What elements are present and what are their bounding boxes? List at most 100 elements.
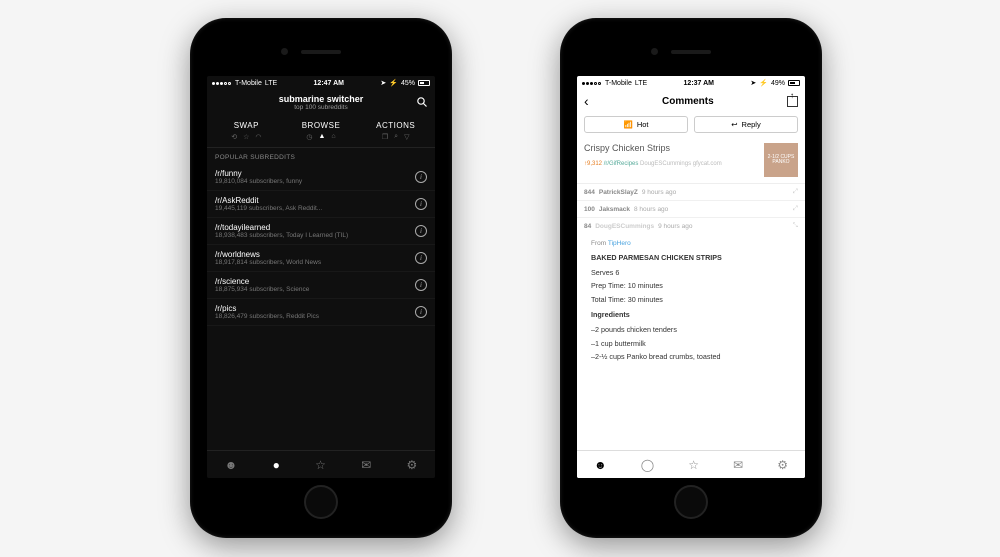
search-small-icon: ⌕ [394,133,398,141]
back-icon[interactable]: ‹ [584,93,589,109]
subreddit-row[interactable]: /r/funny19,810,084 subscribers, funnyi [207,164,435,191]
signal-icon [212,80,232,87]
comment-user: DougESCummings [595,223,654,230]
recipe-title: BAKED PARMESAN CHICKEN STRIPS [591,253,798,264]
gear-icon[interactable]: ⚙ [407,458,418,472]
mail-icon[interactable]: ✉ [361,458,371,472]
expand-icon[interactable]: ⤢ [793,205,798,213]
gear-icon[interactable]: ⚙ [777,458,788,472]
hot-button[interactable]: 📶Hot [584,116,688,133]
sub-meta: 18,938,483 subscribers, Today I Learned … [215,232,415,239]
status-bar: T-Mobile LTE 12:37 AM ➤ ⚡ 49% [577,76,805,90]
copy-icon: ❐ [382,133,388,141]
circle-icon[interactable]: ● [273,458,280,472]
subreddit-row[interactable]: /r/worldnews18,917,814 subscribers, Worl… [207,245,435,272]
sub-name: /r/pics [215,304,415,313]
sub-meta: 19,810,084 subscribers, funny [215,178,415,185]
recipe-line: Prep Time: 10 minutes [591,281,798,292]
camera [651,48,658,55]
tab-bar: ☻ ● ☆ ✉ ⚙ [207,450,435,478]
post-author: DougESCummings [640,161,691,167]
collapse-icon[interactable]: ⤡ [793,222,798,230]
bluetooth-icon: ⚡ [389,79,398,87]
carrier-label: T-Mobile [235,80,262,87]
circle-icon[interactable]: ◯ [641,458,654,472]
home-button[interactable] [674,485,708,519]
filter-icon: ▽ [404,133,409,141]
comment-score: 100 [584,206,595,213]
reply-button[interactable]: ↩Reply [694,116,798,133]
segment-actions[interactable]: ACTIONS ❐⌕▽ [358,121,433,141]
sub-name: /r/todayilearned [215,223,415,232]
star-tab-icon[interactable]: ☆ [688,458,699,472]
page-subtitle: top 100 subreddits [207,104,435,111]
info-icon[interactable]: i [415,279,427,291]
home-button[interactable] [304,485,338,519]
post[interactable]: Crispy Chicken Strips ↑9,312 /r/GifRecip… [577,137,805,184]
network-label: LTE [265,80,277,87]
share-icon[interactable] [787,96,798,107]
battery-label: 49% [771,80,785,87]
battery-label: 45% [401,80,415,87]
thumb-text: 2-1/2 CUPS PANKO [764,155,798,166]
page-title: submarine switcher [207,94,435,104]
segment-browse[interactable]: BROWSE ◷▲⌂ [284,121,359,141]
ingredient-line: –1 cup buttermilk [591,339,798,350]
comment-user: Jaksmack [599,206,630,213]
star-tab-icon[interactable]: ☆ [315,458,326,472]
segment-swap[interactable]: SWAP ⟲ ☆ ◠ [209,121,284,141]
comment-score: 844 [584,189,595,196]
comment-age: 9 hours ago [642,189,676,196]
hot-label: Hot [637,120,649,129]
info-icon[interactable]: i [415,252,427,264]
alien-icon[interactable]: ☻ [225,458,238,472]
sub-meta: 18,875,934 subscribers, Science [215,286,415,293]
comment-score: 84 [584,223,591,230]
signal-icon [582,80,602,87]
clock: 12:47 AM [314,80,344,87]
segment-label: BROWSE [284,121,359,130]
search-icon[interactable] [416,96,428,108]
source-line: From TipHero [591,239,798,249]
sub-meta: 18,917,814 subscribers, World News [215,259,415,266]
sub-meta: 19,445,119 subscribers, Ask Reddit... [215,205,415,212]
info-icon[interactable]: i [415,171,427,183]
subreddit-row[interactable]: /r/AskReddit19,445,119 subscribers, Ask … [207,191,435,218]
flame-icon: ▲ [318,133,325,141]
segment-label: SWAP [209,121,284,130]
mail-icon[interactable]: ✉ [733,458,743,472]
location-icon: ➤ [750,79,756,87]
info-icon[interactable]: i [415,306,427,318]
comment-collapsed[interactable]: 844PatrickSlayZ9 hours ago⤢ [577,184,805,201]
cloud-icon: ◠ [255,133,261,141]
ingredient-line: –2-½ cups Panko bread crumbs, toasted [591,352,798,363]
comment-body: From TipHero BAKED PARMESAN CHICKEN STRI… [577,234,805,371]
home-icon: ⌂ [331,133,335,141]
header: submarine switcher top 100 subreddits [207,90,435,117]
source-link[interactable]: TipHero [608,240,631,247]
subreddit-row[interactable]: /r/todayilearned18,938,483 subscribers, … [207,218,435,245]
screen-light: T-Mobile LTE 12:37 AM ➤ ⚡ 49% ‹ Comments… [577,76,805,478]
comment-collapsed[interactable]: 100Jaksmack8 hours ago⤢ [577,201,805,218]
post-meta: ↑9,312 /r/GifRecipes DougESCummings gfyc… [584,161,758,167]
info-icon[interactable]: i [415,225,427,237]
ingredient-line: –2 pounds chicken tenders [591,325,798,336]
random-icon: ⟲ [231,133,237,141]
sub-name: /r/worldnews [215,250,415,259]
post-domain: gfycat.com [693,161,722,167]
info-icon[interactable]: i [415,198,427,210]
alien-icon[interactable]: ☻ [594,458,607,472]
comment-expanded-header[interactable]: 84 DougESCummings 9 hours ago ⤡ [577,218,805,234]
subreddit-row[interactable]: /r/science18,875,934 subscribers, Scienc… [207,272,435,299]
speaker [671,50,711,54]
section-header: POPULAR SUBREDDITS [207,148,435,164]
expand-icon[interactable]: ⤢ [793,188,798,196]
recipe-line: Total Time: 30 minutes [591,295,798,306]
sub-name: /r/AskReddit [215,196,415,205]
phone-light: T-Mobile LTE 12:37 AM ➤ ⚡ 49% ‹ Comments… [560,18,822,538]
post-thumbnail[interactable]: 2-1/2 CUPS PANKO [764,143,798,177]
subreddit-row[interactable]: /r/pics18,826,479 subscribers, Reddit Pi… [207,299,435,326]
comment-age: 9 hours ago [658,223,692,230]
star-icon: ☆ [243,133,249,141]
recipe-line: Serves 6 [591,268,798,279]
